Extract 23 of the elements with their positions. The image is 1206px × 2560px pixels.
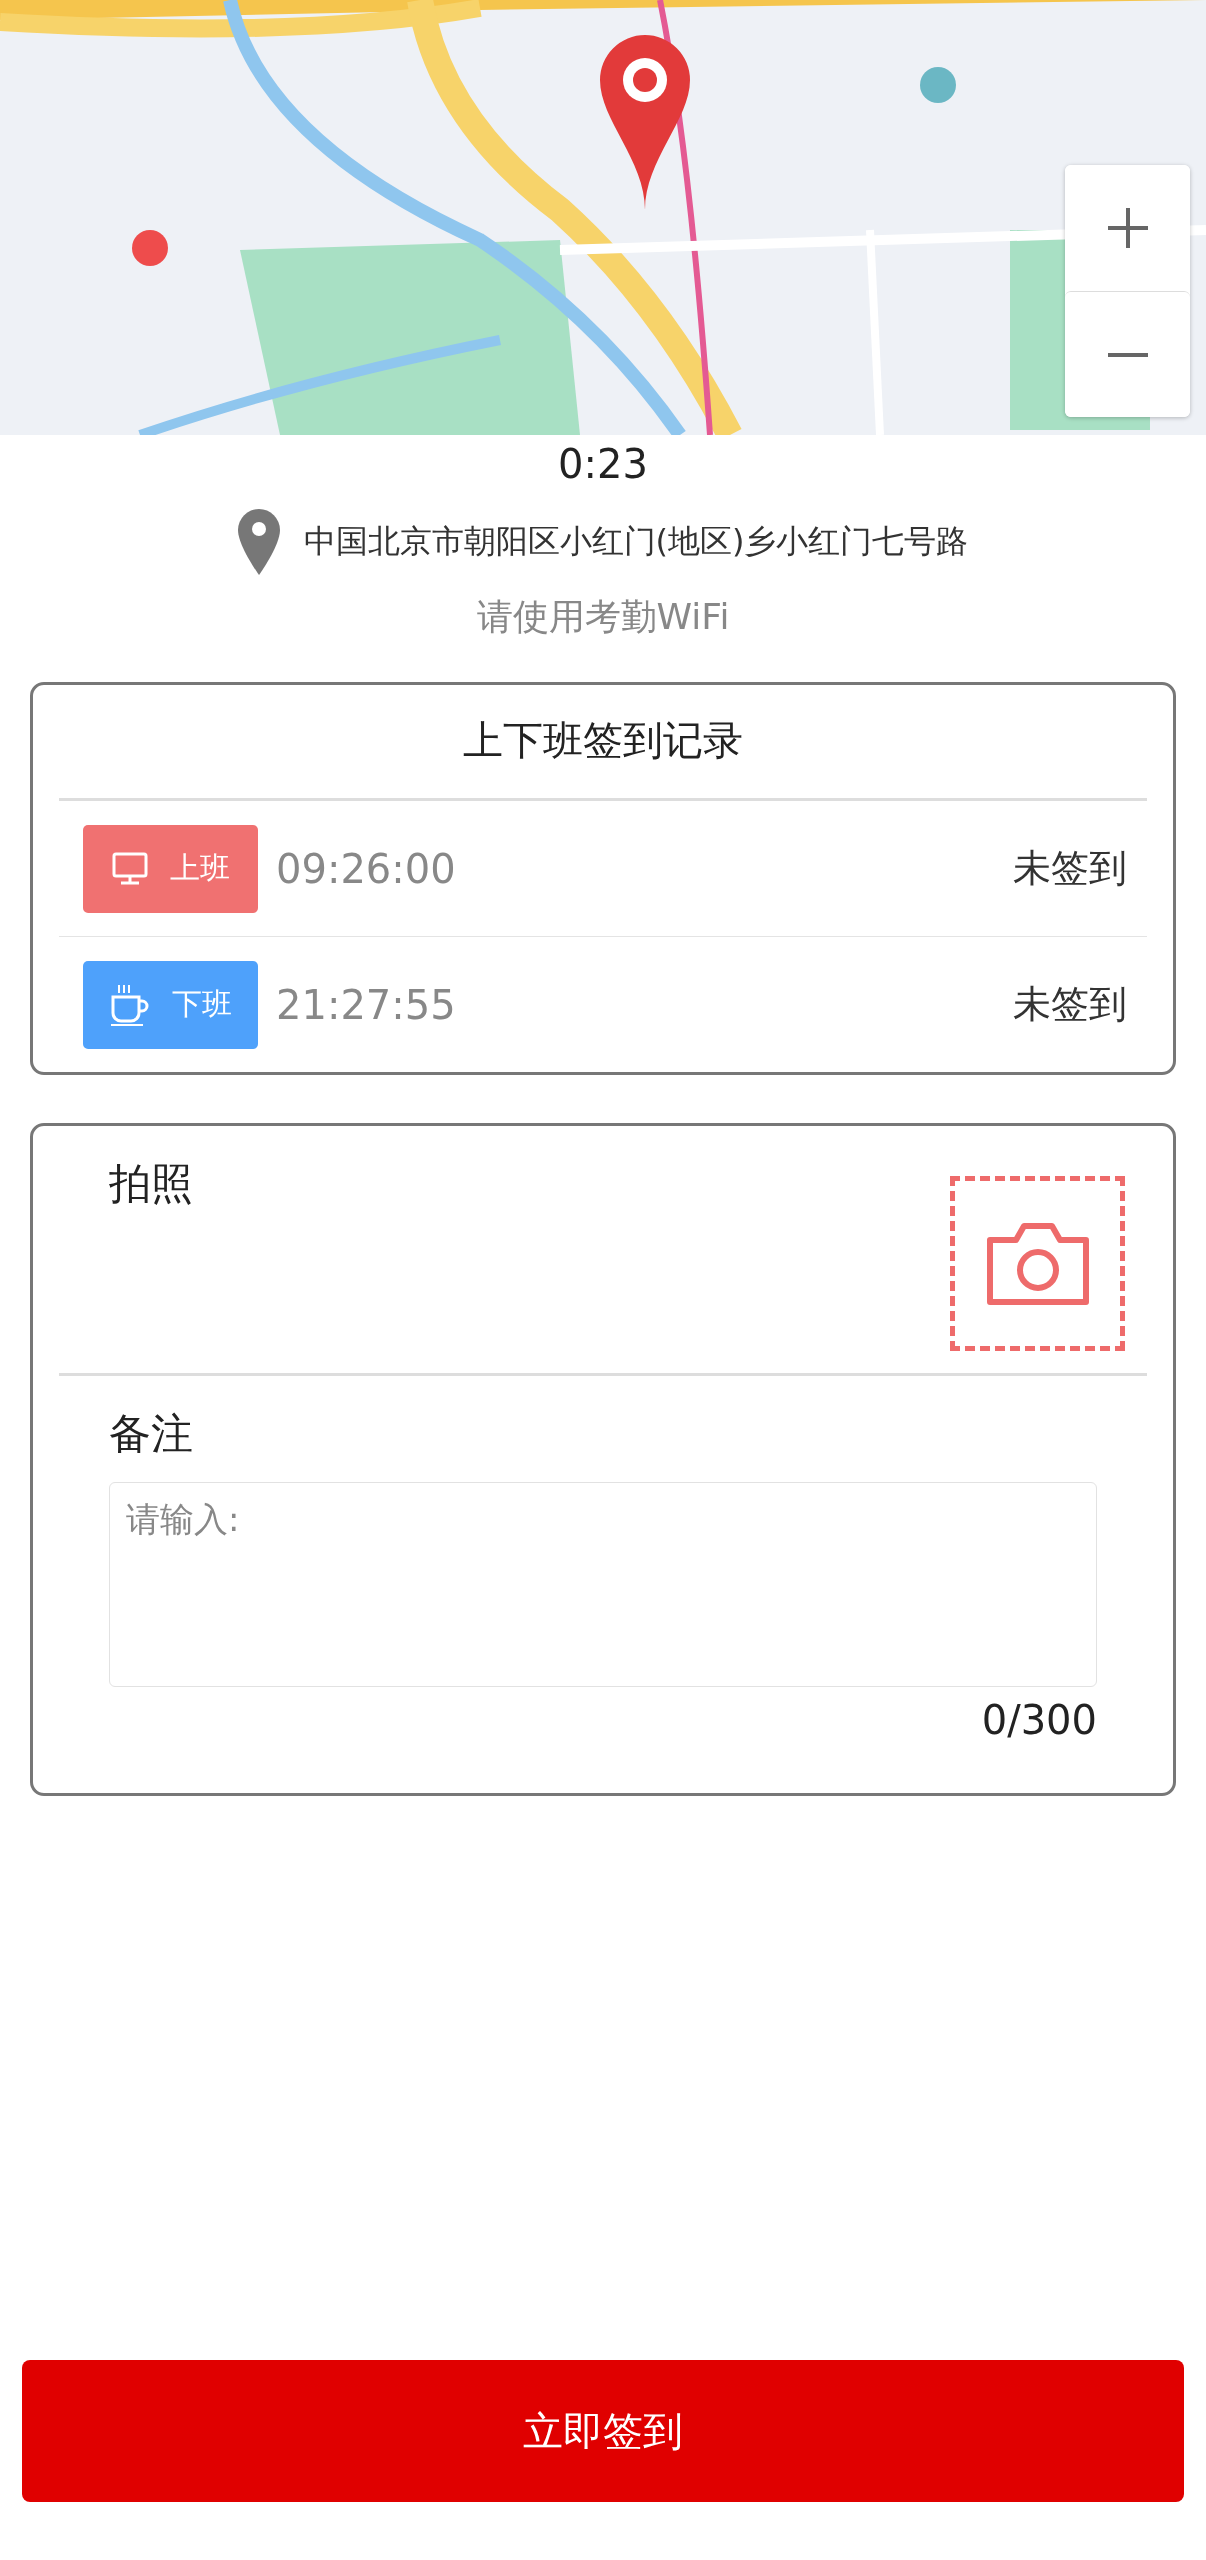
wifi-hint: 请使用考勤WiFi: [475, 595, 731, 639]
monitor-icon: [111, 851, 148, 886]
zoom-out-button[interactable]: [1065, 291, 1190, 417]
char-counter: 0/300: [981, 1697, 1097, 1743]
sign-status: 未签到: [1013, 845, 1127, 892]
zoom-in-button[interactable]: [1065, 165, 1190, 291]
location-pin-icon: [237, 509, 280, 575]
shift-badge: 下班: [83, 960, 258, 1049]
sign-in-button[interactable]: 立即签到: [22, 2360, 1184, 2502]
coffee-cup-icon: [109, 982, 150, 1027]
address-text: 中国北京市朝阳区小红门(地区)乡小红门七号路: [303, 521, 969, 562]
minus-icon: [1105, 351, 1150, 358]
photo-label: 拍照: [109, 1158, 193, 1210]
remark-input[interactable]: 请输入:: [109, 1482, 1097, 1687]
photo-upload-button[interactable]: [950, 1176, 1125, 1351]
shift-badge: 上班: [83, 824, 258, 913]
remark-label: 备注: [109, 1408, 194, 1460]
shift-time: 21:27:55: [276, 981, 457, 1028]
shift-time: 09:26:00: [276, 845, 457, 892]
card-title: 上下班签到记录: [59, 685, 1147, 801]
elapsed-time: 0:23: [557, 441, 649, 487]
plus-icon: [1105, 206, 1150, 250]
sign-status: 未签到: [1013, 981, 1127, 1028]
